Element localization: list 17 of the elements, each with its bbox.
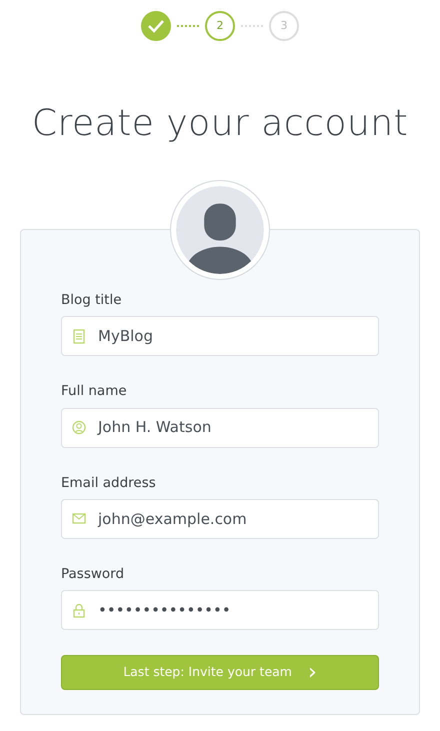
- check-icon: [147, 19, 165, 33]
- input-field[interactable]: MyBlog: [61, 316, 379, 356]
- envelope-icon: [72, 511, 86, 526]
- field-label: Full name: [61, 382, 128, 402]
- field-label: Password: [61, 564, 126, 584]
- step-number: 2: [205, 11, 235, 41]
- input-field[interactable]: John H. Watson: [61, 408, 379, 448]
- input-field[interactable]: •••••••••••••••: [61, 590, 379, 630]
- notepad-icon: [72, 328, 86, 344]
- lock-icon: [72, 602, 86, 618]
- page-title: Create your account: [30, 102, 410, 146]
- field-label: Blog title: [61, 291, 123, 310]
- person-icon: [72, 420, 86, 436]
- step-number: 3: [269, 11, 299, 41]
- chevron-icon: ›: [308, 662, 317, 684]
- input-field[interactable]: john@example.com: [61, 498, 379, 539]
- field-label: Email address: [61, 474, 157, 493]
